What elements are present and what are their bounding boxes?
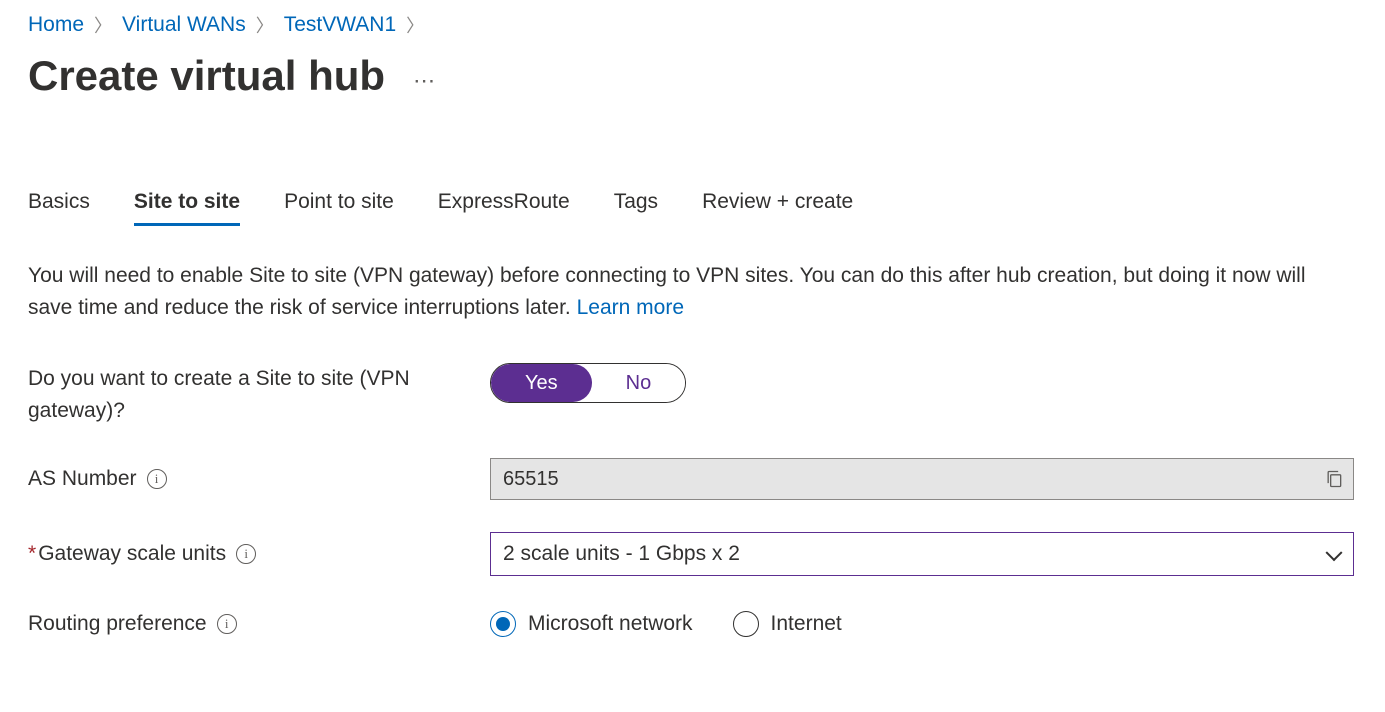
routing-preference-label: Routing preference i — [28, 608, 490, 640]
breadcrumb-testvwan1[interactable]: TestVWAN1 — [284, 13, 396, 37]
gateway-scale-units-label: *Gateway scale units i — [28, 538, 490, 570]
tab-review-create[interactable]: Review + create — [702, 190, 853, 224]
create-gateway-no[interactable]: No — [592, 364, 686, 402]
info-icon[interactable]: i — [236, 544, 256, 564]
breadcrumb-home[interactable]: Home — [28, 13, 84, 37]
create-gateway-yes[interactable]: Yes — [491, 364, 592, 402]
breadcrumb-virtual-wans[interactable]: Virtual WANs — [122, 13, 246, 37]
tab-basics[interactable]: Basics — [28, 190, 90, 224]
info-icon[interactable]: i — [217, 614, 237, 634]
gateway-scale-units-value: 2 scale units - 1 Gbps x 2 — [503, 542, 740, 566]
tab-expressroute[interactable]: ExpressRoute — [438, 190, 570, 224]
radio-label: Internet — [771, 612, 842, 636]
as-number-label: AS Number i — [28, 463, 490, 495]
more-actions-button[interactable]: ⋯ — [409, 68, 441, 94]
tab-point-to-site[interactable]: Point to site — [284, 190, 394, 224]
tab-description: You will need to enable Site to site (VP… — [28, 260, 1348, 323]
tab-site-to-site[interactable]: Site to site — [134, 190, 240, 224]
copy-icon[interactable] — [1324, 468, 1344, 490]
ellipsis-icon: ⋯ — [413, 68, 437, 93]
routing-preference-radio-group: Microsoft network Internet — [490, 611, 1357, 637]
radio-icon — [490, 611, 516, 637]
routing-pref-internet[interactable]: Internet — [733, 611, 842, 637]
create-gateway-label: Do you want to create a Site to site (VP… — [28, 363, 490, 426]
create-gateway-toggle: Yes No — [490, 363, 686, 403]
info-icon[interactable]: i — [147, 469, 167, 489]
chevron-right-icon: 〉 — [94, 12, 112, 38]
page-title: Create virtual hub — [28, 52, 385, 100]
radio-label: Microsoft network — [528, 612, 693, 636]
breadcrumb: Home 〉 Virtual WANs 〉 TestVWAN1 〉 — [28, 8, 1357, 46]
chevron-right-icon: 〉 — [256, 12, 274, 38]
chevron-right-icon: 〉 — [406, 12, 424, 38]
radio-icon — [733, 611, 759, 637]
gateway-scale-units-select[interactable]: 2 scale units - 1 Gbps x 2 — [490, 532, 1354, 576]
routing-pref-microsoft-network[interactable]: Microsoft network — [490, 611, 693, 637]
tab-bar: Basics Site to site Point to site Expres… — [28, 190, 1357, 224]
tab-tags[interactable]: Tags — [614, 190, 658, 224]
learn-more-link[interactable]: Learn more — [577, 296, 684, 319]
as-number-input — [490, 458, 1354, 500]
